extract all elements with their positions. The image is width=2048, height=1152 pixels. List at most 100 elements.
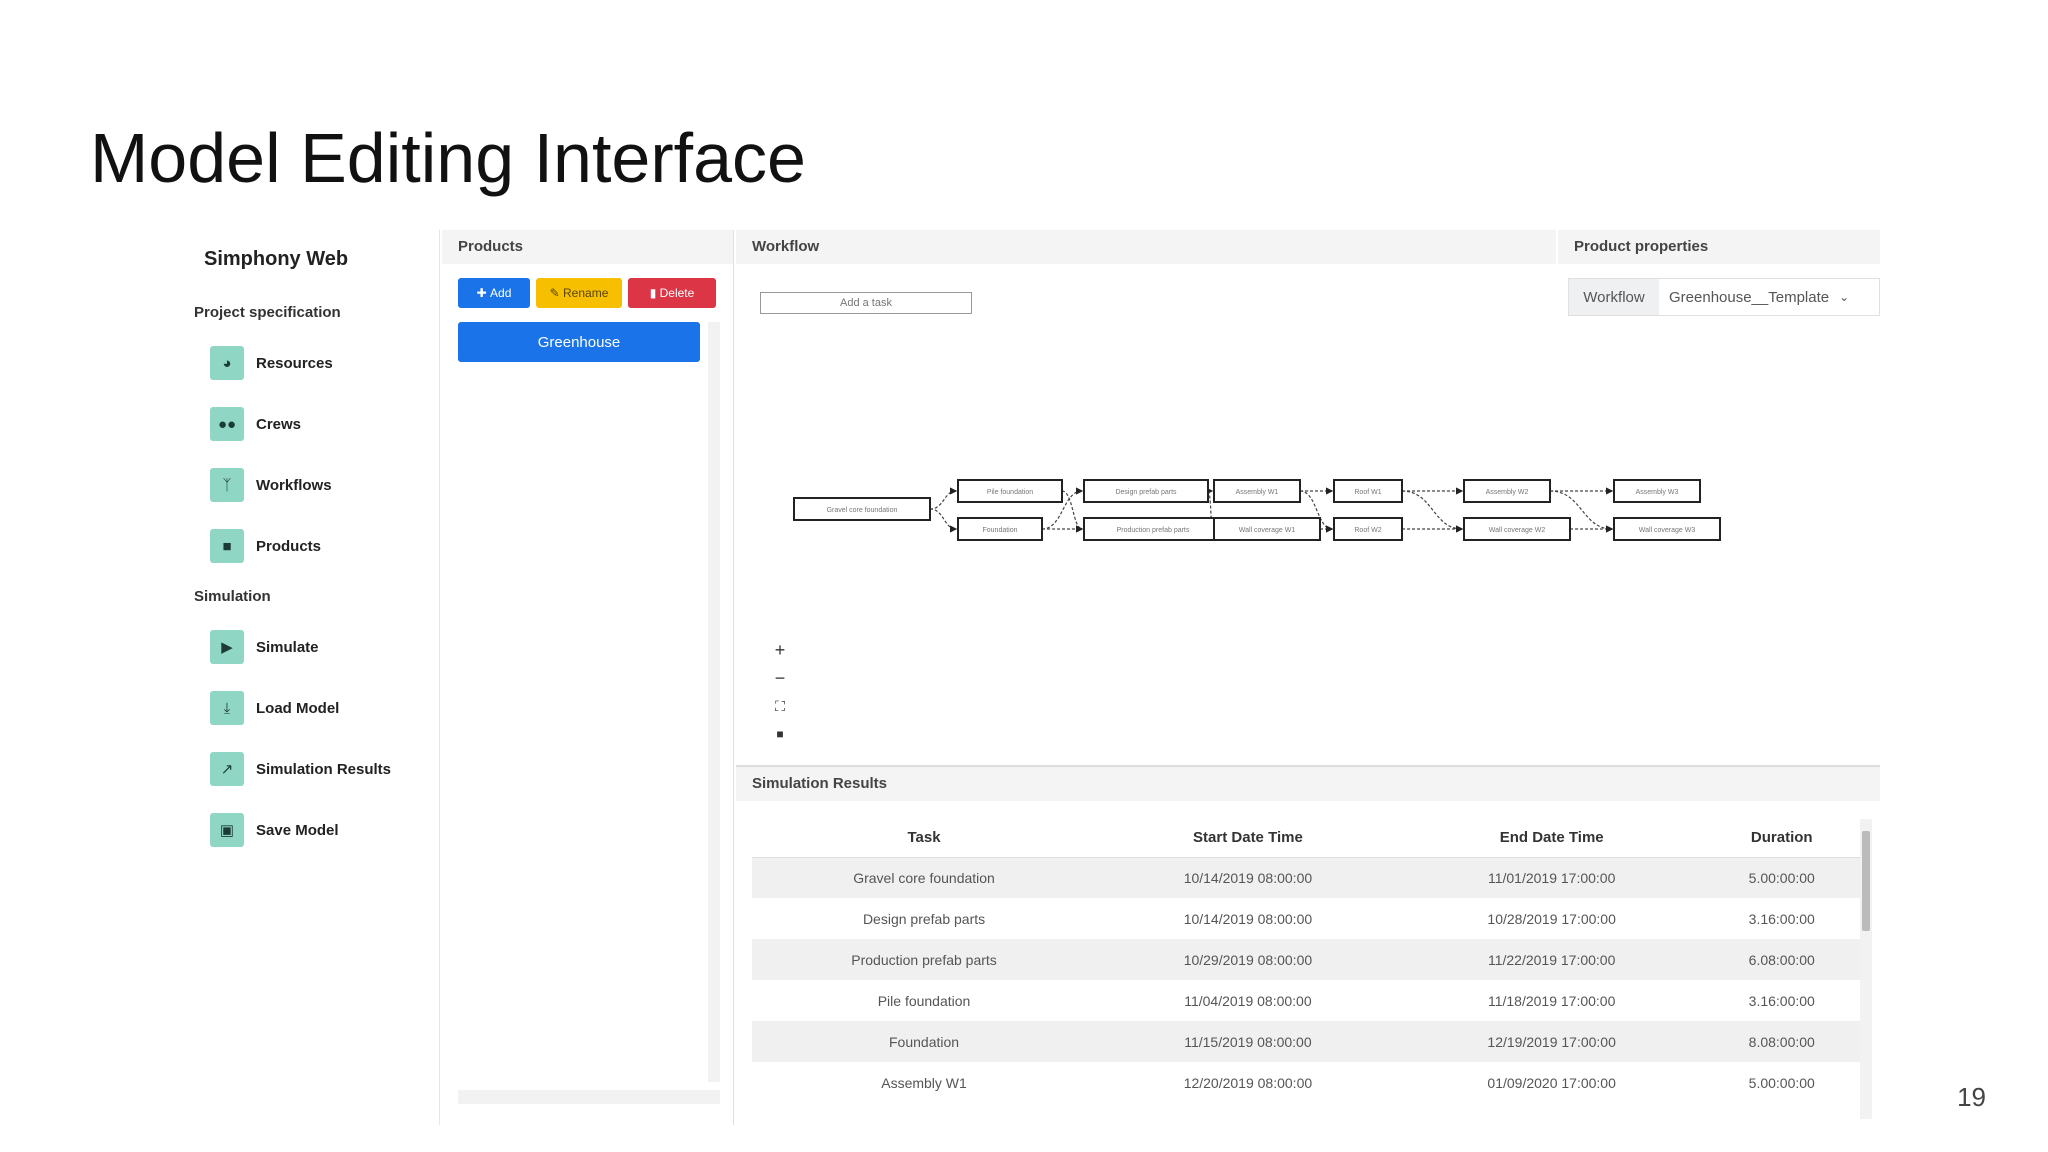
slide-title: Model Editing Interface: [90, 119, 806, 197]
workflow-node-label: Wall coverage W3: [1639, 527, 1696, 534]
column-header-start[interactable]: Start Date Time: [1096, 819, 1400, 858]
workflow-node[interactable]: Pile foundation: [957, 479, 1063, 503]
zoom-out-icon[interactable]: −: [775, 668, 786, 688]
cell-task: Gravel core foundation: [752, 857, 1097, 898]
product-list-item[interactable]: Greenhouse: [458, 322, 700, 362]
workflow-node[interactable]: Wall coverage W2: [1463, 517, 1571, 541]
workflow-node[interactable]: Wall coverage W3: [1613, 517, 1721, 541]
rename-label: Rename: [563, 286, 609, 300]
workflow-node-label: Wall coverage W1: [1239, 527, 1296, 534]
fit-view-icon[interactable]: ⛶: [775, 696, 785, 716]
cell-start: 11/15/2019 08:00:00: [1096, 1021, 1400, 1062]
chevron-down-icon: ⌄: [1839, 290, 1850, 304]
nav-item-workflows[interactable]: ᛉ Workflows: [210, 468, 332, 502]
play-icon: ▶: [210, 630, 244, 664]
workflow-node-label: Foundation: [982, 527, 1017, 534]
cell-task: Production prefab parts: [752, 939, 1097, 980]
workflow-node[interactable]: Roof W2: [1333, 517, 1403, 541]
cell-start: 10/29/2019 08:00:00: [1096, 939, 1400, 980]
sidebar: Simphony Web Project specification ◕ Res…: [180, 230, 440, 1125]
workflow-edge: [1401, 490, 1464, 533]
products-scrollbar-vertical[interactable]: [708, 322, 720, 1082]
workflow-node[interactable]: Production prefab parts: [1083, 517, 1223, 541]
workflow-edge: [1061, 490, 1084, 533]
cell-start: 10/14/2019 08:00:00: [1183, 910, 1313, 927]
users-icon: ●●: [210, 407, 244, 441]
table-row[interactable]: Production prefab parts 10/29/2019 08:00…: [752, 939, 1860, 980]
nav-item-label: Workflows: [256, 476, 332, 494]
simulation-results-panel: Simulation Results Task Start Date Time …: [736, 765, 1880, 1125]
cell-end: 12/19/2019 17:00:00: [1399, 1021, 1704, 1062]
nav-item-label: Simulate: [256, 638, 319, 656]
workflow-node[interactable]: Design prefab parts: [1083, 479, 1209, 503]
cell-duration: 5.00:00:00: [1703, 857, 1860, 898]
table-row[interactable]: Design prefab parts 10/14/2019 08:00:00 …: [752, 898, 1860, 939]
workflow-node[interactable]: Foundation: [957, 517, 1043, 541]
gauge-icon: ◕: [210, 346, 244, 380]
workflow-select-label: Workflow: [1569, 279, 1659, 315]
save-icon: ▣: [210, 813, 244, 847]
products-scrollbar-horizontal[interactable]: [458, 1090, 720, 1104]
workflow-node[interactable]: Gravel core foundation: [793, 497, 931, 521]
results-scrollbar[interactable]: [1860, 819, 1872, 1119]
workflow-graph[interactable]: Gravel core foundation Pile foundation Fou…: [736, 470, 1880, 610]
products-panel: Products ✚ Add ✎ Rename ▮ Delete Greenho…: [442, 230, 734, 1125]
workflow-node[interactable]: Assembly W1: [1213, 479, 1301, 503]
nav-item-label: Save Model: [256, 821, 339, 839]
app-screenshot: Simphony Web Project specification ◕ Res…: [180, 230, 1880, 1125]
nav-item-simulate[interactable]: ▶ Simulate: [210, 630, 319, 664]
trash-icon: ▮: [649, 286, 660, 300]
cell-start: 10/14/2019 08:00:00: [1096, 857, 1400, 898]
workflow-node[interactable]: Assembly W3: [1613, 479, 1701, 503]
cell-task: Foundation: [752, 1021, 1097, 1062]
nav-item-load-model[interactable]: ⤓ Load Model: [210, 691, 339, 725]
lock-icon[interactable]: ■: [776, 724, 783, 744]
page-number: 19: [1957, 1082, 1986, 1112]
nav-item-save-model[interactable]: ▣ Save Model: [210, 813, 339, 847]
table-header-row: Task Start Date Time End Date Time Durat…: [752, 819, 1860, 858]
column-header-end[interactable]: End Date Time: [1399, 819, 1704, 858]
delete-product-button[interactable]: ▮ Delete: [628, 278, 716, 308]
cell-task: Pile foundation: [877, 992, 971, 1009]
nav-item-crews[interactable]: ●● Crews: [210, 407, 301, 441]
workflow-select-value[interactable]: Greenhouse__Template ⌄: [1659, 279, 1879, 315]
table-row[interactable]: Gravel core foundation 10/14/2019 08:00:…: [752, 857, 1860, 898]
results-scrollbar-thumb[interactable]: [1862, 831, 1870, 931]
column-header-task[interactable]: Task: [752, 819, 1097, 858]
nav-item-label: Crews: [256, 415, 302, 433]
cell-duration: 8.08:00:00: [1703, 1021, 1860, 1062]
pencil-icon: ✎: [549, 286, 564, 300]
nav-item-products[interactable]: ■ Products: [210, 529, 321, 563]
zoom-in-icon[interactable]: +: [775, 640, 786, 660]
column-header-duration[interactable]: Duration: [1703, 819, 1860, 858]
add-product-button[interactable]: ✚ Add: [458, 278, 530, 308]
table-row[interactable]: Assembly W1 12/20/2019 08:00:00 01/09/20…: [752, 1062, 1860, 1103]
workflow-node-label: Wall coverage W2: [1489, 527, 1546, 534]
cell-start: 12/20/2019 08:00:00: [1183, 1074, 1313, 1091]
add-label: Add: [490, 286, 512, 300]
nav-item-resources[interactable]: ◕ Resources: [210, 346, 333, 380]
nav-item-simulation-results[interactable]: ↗ Simulation Results: [210, 752, 391, 786]
cell-task: Design prefab parts: [862, 910, 986, 927]
workflow-node-label: Roof W1: [1354, 489, 1381, 496]
app-name: Simphony Web: [204, 248, 349, 270]
workflow-edge: [929, 487, 958, 510]
cell-duration: 3.16:00:00: [1748, 910, 1815, 927]
section-title-project: Project specification: [194, 304, 341, 321]
cell-task: Assembly W1: [881, 1074, 967, 1091]
workflow-node[interactable]: Wall coverage W1: [1213, 517, 1321, 541]
results-table: Task Start Date Time End Date Time Durat…: [752, 819, 1860, 1103]
workflow-node-label: Assembly W1: [1236, 489, 1279, 496]
workflow-select[interactable]: Workflow Greenhouse__Template ⌄: [1568, 278, 1880, 316]
workflow-node[interactable]: Roof W1: [1333, 479, 1403, 503]
workflow-node[interactable]: Assembly W2: [1463, 479, 1551, 503]
cell-duration: 6.08:00:00: [1703, 939, 1860, 980]
download-icon: ⤓: [210, 691, 244, 725]
rename-product-button[interactable]: ✎ Rename: [536, 278, 622, 308]
cell-start: 11/04/2019 08:00:00: [1184, 992, 1312, 1009]
add-task-input[interactable]: [760, 292, 972, 314]
workflow-select-text: Greenhouse__Template: [1669, 288, 1830, 306]
table-row[interactable]: Pile foundation 11/04/2019 08:00:00 11/1…: [752, 980, 1860, 1021]
table-row[interactable]: Foundation 11/15/2019 08:00:00 12/19/201…: [752, 1021, 1860, 1062]
workflow-panel: Workflow Product properties Workflow Gre…: [736, 230, 1880, 765]
